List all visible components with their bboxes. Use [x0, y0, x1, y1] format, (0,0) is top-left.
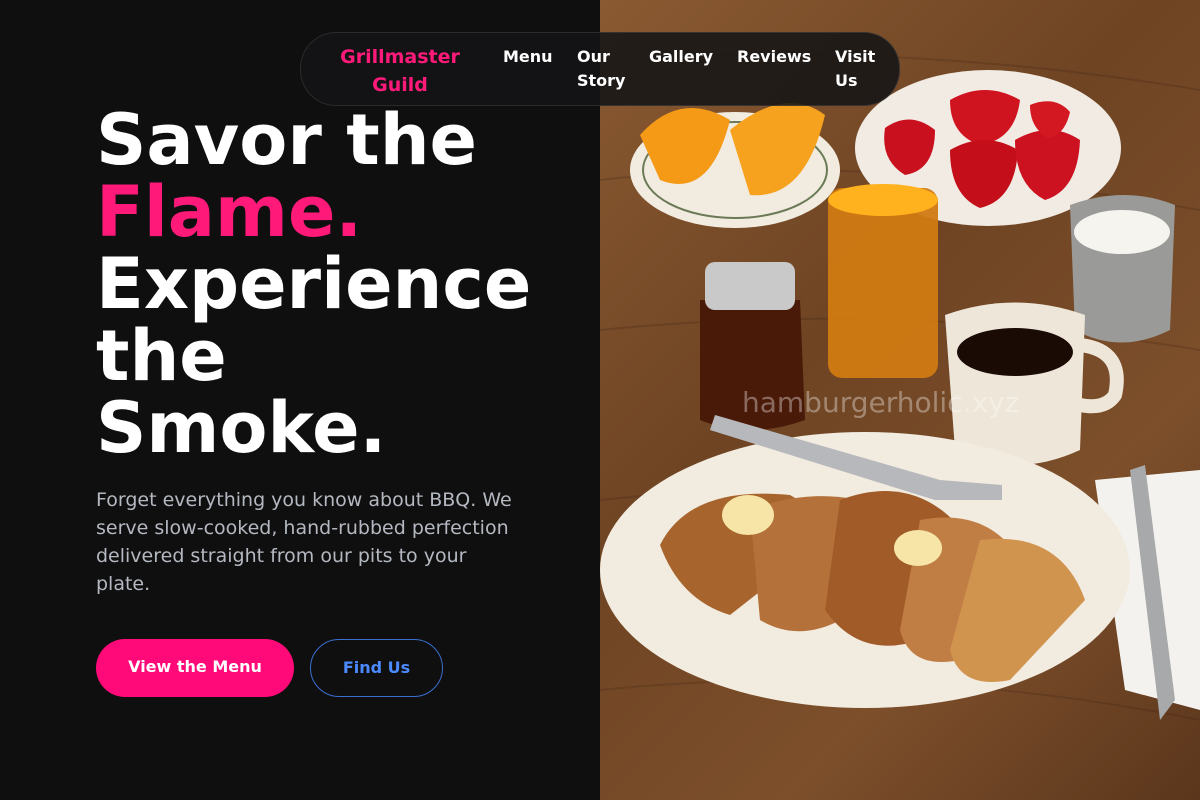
nav-link-visit-us[interactable]: Visit Us	[835, 45, 887, 93]
hero-title-line: Experience	[96, 243, 532, 325]
brand-logo[interactable]: Grillmaster Guild	[325, 43, 475, 99]
top-navigation: Grillmaster Guild Menu Our Story Gallery…	[300, 32, 900, 106]
hero-description: Forget everything you know about BBQ. We…	[96, 489, 512, 595]
watermark-text: hamburgerholic.xyz	[742, 386, 1020, 419]
nav-link-reviews[interactable]: Reviews	[737, 45, 811, 69]
hero-title-line: the	[96, 315, 227, 397]
view-menu-button[interactable]: View the Menu	[96, 639, 294, 697]
hero-title-line: Smoke.	[96, 387, 387, 469]
nav-link-our-story[interactable]: Our Story	[577, 45, 637, 93]
hero-left-panel: Savor the Flame. Experience the Smoke. F…	[0, 0, 600, 800]
find-us-button[interactable]: Find Us	[310, 639, 443, 697]
hero-title-accent: Flame.	[96, 171, 363, 253]
hero-title: Savor the Flame. Experience the Smoke.	[96, 104, 586, 464]
hero-title-line: Savor the	[96, 99, 478, 181]
nav-link-menu[interactable]: Menu	[503, 45, 553, 69]
nav-link-gallery[interactable]: Gallery	[649, 45, 713, 69]
